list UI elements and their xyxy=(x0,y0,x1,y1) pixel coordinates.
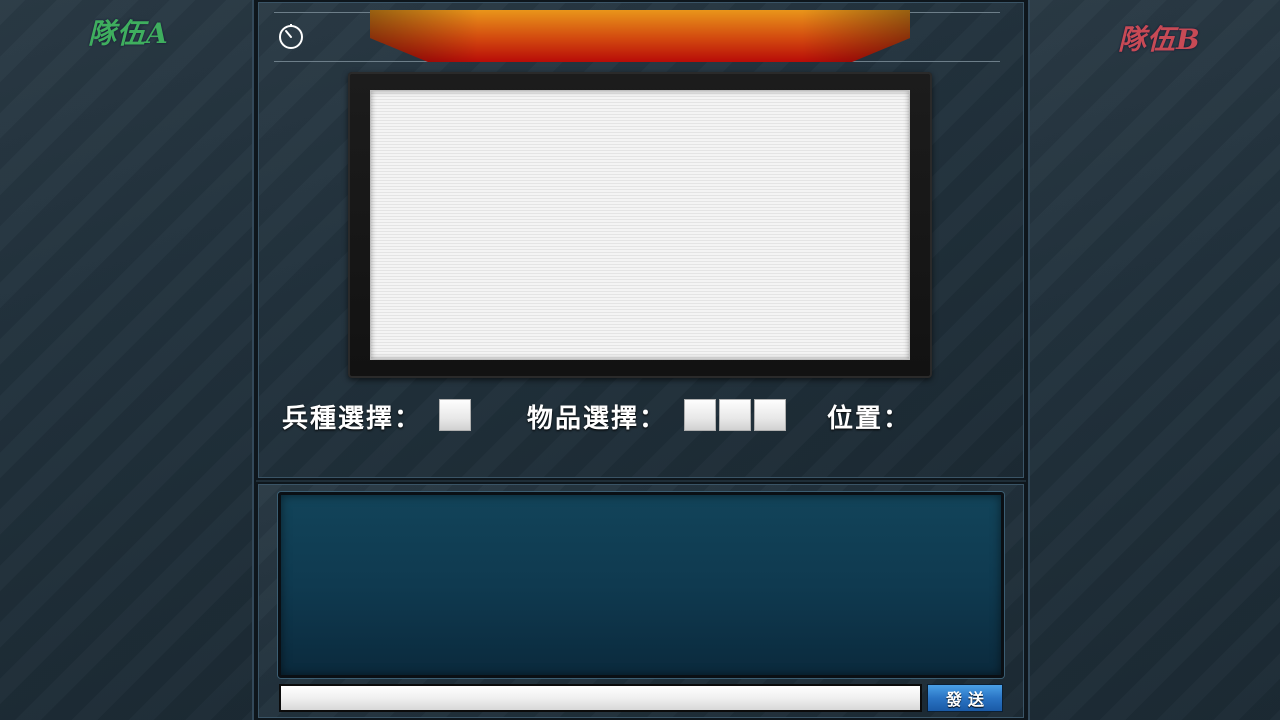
item-slot-3[interactable] xyxy=(754,399,786,431)
unit-selection-label: 兵種選擇： xyxy=(282,404,423,434)
team-b-title: 隊伍B xyxy=(1118,23,1201,56)
title-banner xyxy=(370,10,910,62)
item-selection-label: 物品選擇： xyxy=(527,404,668,434)
position-label: 位置： xyxy=(827,404,912,434)
item-slot-1[interactable] xyxy=(684,399,716,431)
stopwatch-icon xyxy=(279,24,303,49)
team-b-panel xyxy=(1026,0,1280,720)
chat-log[interactable] xyxy=(278,492,1004,678)
unit-slot[interactable] xyxy=(439,399,471,431)
game-board-screen[interactable] xyxy=(370,90,910,360)
chat-input[interactable] xyxy=(279,684,922,712)
send-button[interactable]: 發送 xyxy=(927,684,1003,712)
team-a-title: 隊伍A xyxy=(88,17,169,50)
item-slot-2[interactable] xyxy=(719,399,751,431)
team-a-panel xyxy=(0,0,256,720)
